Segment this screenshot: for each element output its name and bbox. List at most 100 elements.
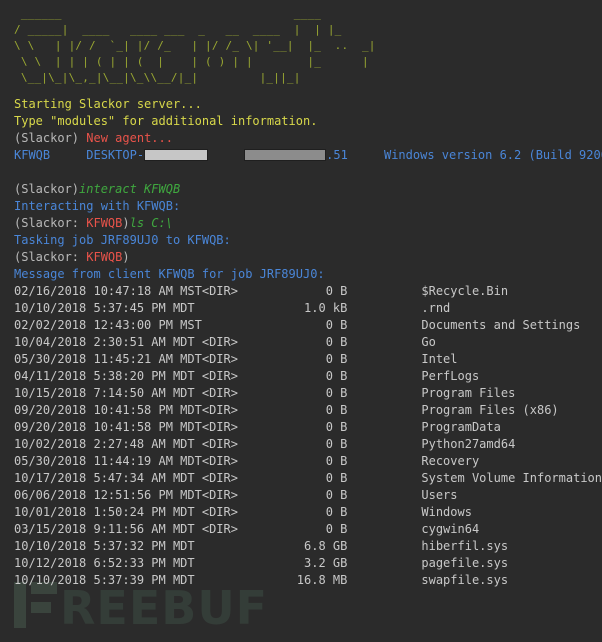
cell-name: Program Files <box>421 386 516 400</box>
tasking-line: Tasking job JRF89UJ0 to KFWQB: <box>14 233 231 247</box>
agent-notice-prompt: (Slackor) <box>14 131 80 145</box>
ls-prompt-agent: KFWQB <box>86 216 123 230</box>
cell-dir: <DIR> <box>201 454 238 468</box>
cell-date: 10/02/2018 2:27:48 AM MDT <box>14 437 195 451</box>
cell-dir: <DIR> <box>201 420 238 434</box>
cell-date: 10/10/2018 5:37:32 PM MDT <box>14 539 195 553</box>
startup-line-2: Type "modules" for additional informatio… <box>14 114 318 128</box>
cell-size: 6.8 GB <box>304 539 348 553</box>
cell-dir <box>202 300 278 317</box>
interacting-line: Interacting with KFWQB: <box>14 199 181 213</box>
table-row: 10/12/2018 6:52:33 PM MDT 3.2 GB pagefile.… <box>14 555 602 572</box>
cell-dir <box>202 538 278 555</box>
cell-dir: <DIR> <box>201 505 238 519</box>
table-row: 10/17/2018 5:47:34 AM MDT <DIR> 0 B System … <box>14 470 602 487</box>
cell-size: 0 B <box>325 522 348 536</box>
cell-date: 09/20/2018 10:41:58 PM MDT <box>14 403 202 417</box>
cell-size: 0 B <box>325 505 348 519</box>
table-row: 03/15/2018 9:11:56 AM MDT <DIR> 0 B cygwin6… <box>14 521 602 538</box>
cell-size: 0 B <box>325 420 348 434</box>
table-row: 10/10/2018 5:37:45 PM MDT 1.0 kB .rnd <box>14 300 602 317</box>
ip-redaction-bar <box>244 149 327 161</box>
hostname-redaction-bar <box>144 149 209 161</box>
cell-date: 10/01/2018 1:50:24 PM MDT <box>14 505 195 519</box>
cell-name: Users <box>421 488 458 502</box>
agent-os-version: Windows version 6.2 (Build 9200) <box>383 148 602 162</box>
cell-dir: <DIR> <box>201 352 238 366</box>
ls-prompt-close: ) <box>122 216 130 230</box>
cell-name: hiberfil.sys <box>421 539 509 553</box>
table-row: 05/30/2018 11:45:21 AM MDT <DIR> 0 B Intel <box>14 351 602 368</box>
slackor-ascii-banner: ______ ____ / _____| ____ ____ ___ _ __ … <box>14 7 376 84</box>
cell-dir: <DIR> <box>201 335 238 349</box>
idle-prompt-line: (Slackor: KFWQB) <box>14 249 602 266</box>
cell-size: 0 B <box>325 471 348 485</box>
cell-dir: <DIR> <box>201 369 238 383</box>
cell-size: 0 B <box>325 386 348 400</box>
cell-name: Recovery <box>421 454 480 468</box>
cell-date: 02/16/2018 10:47:18 AM MST <box>14 284 202 298</box>
new-agent-notice: (Slackor) New agent... <box>14 130 602 147</box>
cell-size: 0 B <box>325 488 348 502</box>
idle-prompt-open: (Slackor: <box>14 250 87 264</box>
table-row: 10/04/2018 2:30:51 AM MDT <DIR> 0 B Go <box>14 334 602 351</box>
table-row: 06/06/2018 12:51:56 PM MDT <DIR> 0 B Users <box>14 487 602 504</box>
cell-date: 10/15/2018 7:14:50 AM MDT <box>14 386 195 400</box>
agent-id: KFWQB <box>14 148 51 162</box>
cell-dir <box>202 317 278 334</box>
cell-name: Go <box>421 335 436 349</box>
table-row: 09/20/2018 10:41:58 PM MDT <DIR> 0 B Progra… <box>14 402 602 419</box>
table-row: 10/01/2018 1:50:24 PM MDT <DIR> 0 B Windows <box>14 504 602 521</box>
interact-command-text: interact KFWQB <box>79 182 181 196</box>
cell-dir <box>202 555 278 572</box>
ls-command-text: ls C:\ <box>129 216 173 230</box>
table-row: 02/16/2018 10:47:18 AM MST <DIR> 0 B $Recyc… <box>14 283 602 300</box>
message-header-line: Message from client KFWQB for job JRF89U… <box>14 267 325 281</box>
table-row: 04/11/2018 5:38:20 PM MDT <DIR> 0 B PerfLog… <box>14 368 602 385</box>
cell-date: 03/15/2018 9:11:56 AM MDT <box>14 522 195 536</box>
directory-listing-table: 02/16/2018 10:47:18 AM MST <DIR> 0 B $Recyc… <box>14 283 602 589</box>
table-row: 02/02/2018 12:43:00 PM MST 0 B Documents a… <box>14 317 602 334</box>
table-row: 09/20/2018 10:41:58 PM MDT <DIR> 0 B Progra… <box>14 419 602 436</box>
cell-dir <box>202 572 278 589</box>
table-row: 10/15/2018 7:14:50 AM MDT <DIR> 0 B Program… <box>14 385 602 402</box>
cell-date: 04/11/2018 5:38:20 PM MDT <box>14 369 195 383</box>
cell-name: System Volume Information <box>421 471 602 485</box>
cell-size: 0 B <box>325 335 348 349</box>
cell-dir: <DIR> <box>201 437 238 451</box>
cell-name: Python27amd64 <box>421 437 516 451</box>
cell-date: 06/06/2018 12:51:56 PM MDT <box>14 488 202 502</box>
cell-date: 02/02/2018 12:43:00 PM MST <box>14 318 202 332</box>
cell-dir: <DIR> <box>201 386 238 400</box>
cell-size: 3.2 GB <box>304 556 348 570</box>
cell-dir: <DIR> <box>201 488 238 502</box>
agent-row: KFWQB DESKTOP- .51 Windows version 6.2 (… <box>14 147 602 164</box>
ls-command-line: (Slackor: KFWQB)ls C:\ <box>14 215 602 232</box>
cell-size: 0 B <box>325 352 348 366</box>
ls-prompt-open: (Slackor: <box>14 216 87 230</box>
cell-name: pagefile.sys <box>421 556 509 570</box>
cell-date: 10/04/2018 2:30:51 AM MDT <box>14 335 195 349</box>
cell-dir: <DIR> <box>201 522 238 536</box>
cell-name: Intel <box>421 352 458 366</box>
cell-dir: <DIR> <box>201 403 238 417</box>
cell-name: Program Files (x86) <box>421 403 559 417</box>
cell-date: 10/10/2018 5:37:45 PM MDT <box>14 301 195 315</box>
cell-date: 05/30/2018 11:45:21 AM MDT <box>14 352 202 366</box>
cell-size: 1.0 kB <box>304 301 348 315</box>
cell-size: 0 B <box>325 454 348 468</box>
cell-name: PerfLogs <box>421 369 480 383</box>
cell-size: 16.8 MB <box>296 573 348 587</box>
cell-date: 10/17/2018 5:47:34 AM MDT <box>14 471 195 485</box>
idle-prompt-agent: KFWQB <box>86 250 123 264</box>
cell-date: 10/12/2018 6:52:33 PM MDT <box>14 556 195 570</box>
idle-prompt-close: ) <box>122 250 130 264</box>
cell-date: 10/10/2018 5:37:39 PM MDT <box>14 573 195 587</box>
table-row: 10/02/2018 2:27:48 AM MDT <DIR> 0 B Python2… <box>14 436 602 453</box>
agent-notice-message: New agent... <box>86 131 173 145</box>
terminal-window[interactable]: REEBUF ______ ____ / _____| ____ ____ __… <box>0 0 602 642</box>
cell-dir: <DIR> <box>201 284 238 298</box>
cell-size: 0 B <box>325 403 348 417</box>
